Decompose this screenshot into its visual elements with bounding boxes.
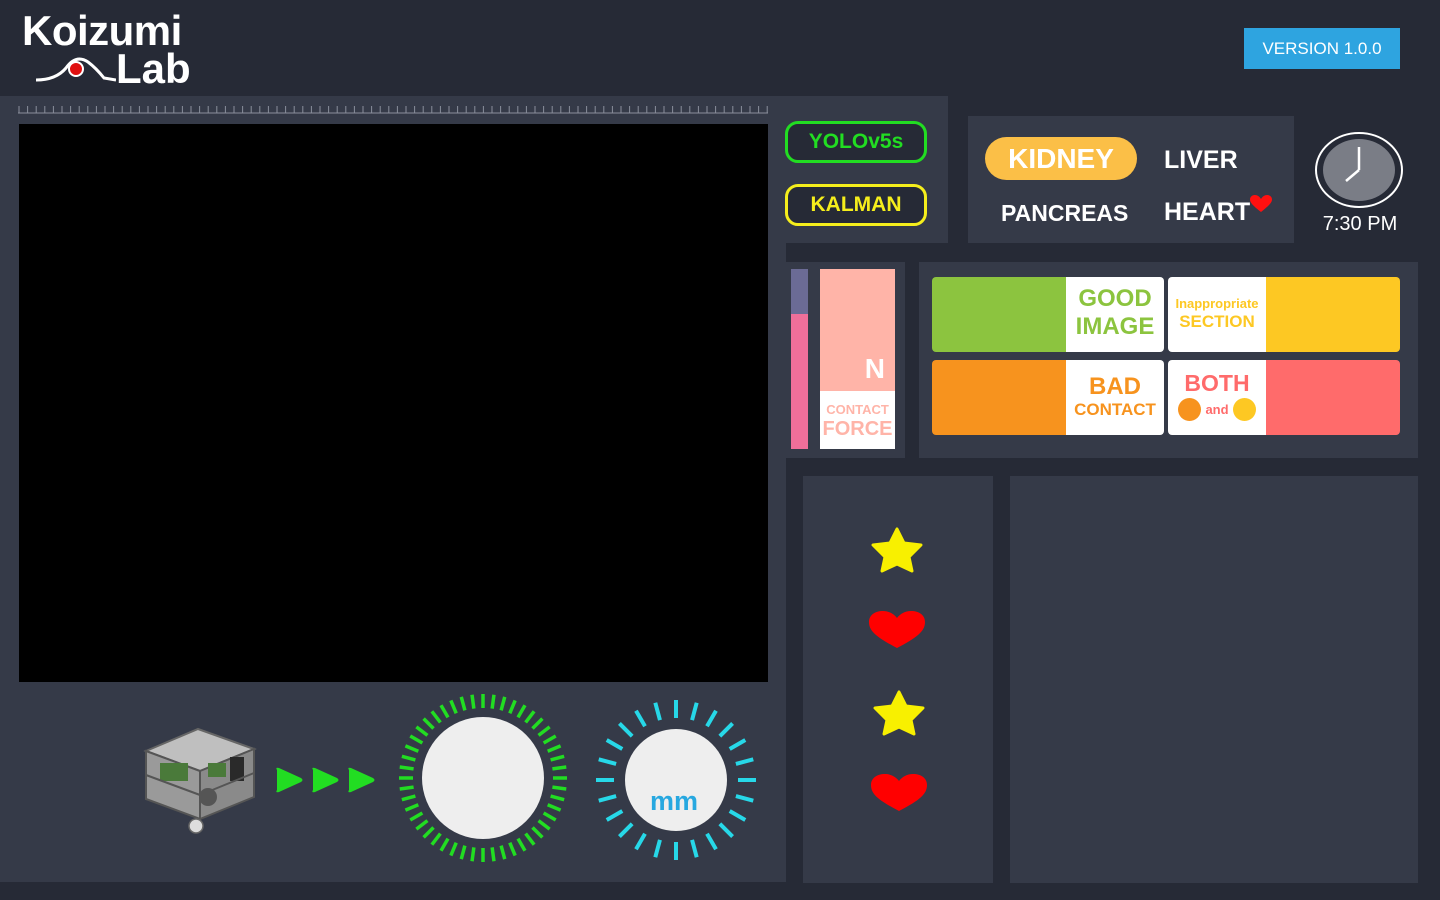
orange-dot-icon xyxy=(1178,398,1202,421)
heart-icon xyxy=(871,774,927,811)
robot-device-icon xyxy=(143,727,257,834)
heart-icon xyxy=(869,611,925,648)
clock-time: 7:30 PM xyxy=(1322,213,1398,235)
status-label-inappropriate: Inappropriate SECTION xyxy=(1168,277,1266,352)
force-label-line2: FORCE xyxy=(822,418,893,440)
force-value-area: N xyxy=(820,269,895,391)
koizumi-lab-logo: Koizumi Lab xyxy=(22,8,212,92)
logo-text-lab: Lab xyxy=(116,45,191,92)
status-swatch-both xyxy=(1266,360,1400,435)
status-label-good: GOOD IMAGE xyxy=(1066,277,1164,352)
organ-pancreas-button[interactable]: PANCREAS xyxy=(1001,200,1128,227)
inappropriate-line2: SECTION xyxy=(1179,312,1255,331)
kalman-toggle[interactable]: KALMAN xyxy=(785,184,927,226)
yolo-toggle[interactable]: YOLOv5s xyxy=(785,121,927,163)
heart-icon xyxy=(1250,195,1272,212)
status-bad-contact: BAD CONTACT xyxy=(932,360,1164,435)
status-inappropriate-section: Inappropriate SECTION xyxy=(1168,277,1400,352)
camera-view xyxy=(19,124,768,682)
status-label-bad: BAD CONTACT xyxy=(1066,360,1164,435)
star-icon xyxy=(873,690,925,736)
bad-line2: CONTACT xyxy=(1074,400,1156,419)
display-panel xyxy=(1010,476,1418,883)
status-swatch-good xyxy=(932,277,1066,352)
good-line1: GOOD xyxy=(1078,285,1152,312)
version-button[interactable]: VERSION 1.0.0 xyxy=(1244,28,1400,69)
clock-icon xyxy=(1315,132,1403,208)
star-icon xyxy=(871,527,923,573)
organ-kidney-button[interactable]: KIDNEY xyxy=(985,137,1137,180)
status-good-image: GOOD IMAGE xyxy=(932,277,1164,352)
status-label-both: BOTH and xyxy=(1168,360,1266,435)
organ-heart-button[interactable]: HEART xyxy=(1164,198,1250,227)
organ-liver-button[interactable]: LIVER xyxy=(1164,146,1238,175)
force-unit: N xyxy=(864,353,885,384)
distance-unit: mm xyxy=(649,786,698,816)
status-both: BOTH and xyxy=(1168,360,1400,435)
force-level-fill xyxy=(791,314,808,449)
distance-dial[interactable] xyxy=(594,698,758,862)
bad-line1: BAD xyxy=(1089,373,1141,400)
play-arrows-icon xyxy=(276,767,375,793)
status-swatch-bad xyxy=(932,360,1066,435)
ruler-ticks xyxy=(18,106,768,114)
good-line2: IMAGE xyxy=(1075,313,1155,340)
both-line1: BOTH xyxy=(1184,370,1250,396)
logo-wave-icon xyxy=(36,57,116,82)
inappropriate-line1: Inappropriate xyxy=(1175,296,1259,311)
both-and: and xyxy=(1205,402,1229,417)
speed-dial[interactable] xyxy=(396,690,570,866)
status-swatch-inappropriate xyxy=(1266,277,1400,352)
contact-force-card: N CONTACT FORCE xyxy=(820,269,895,449)
force-label-line1: CONTACT xyxy=(826,402,889,417)
yellow-dot-icon xyxy=(1232,398,1256,421)
